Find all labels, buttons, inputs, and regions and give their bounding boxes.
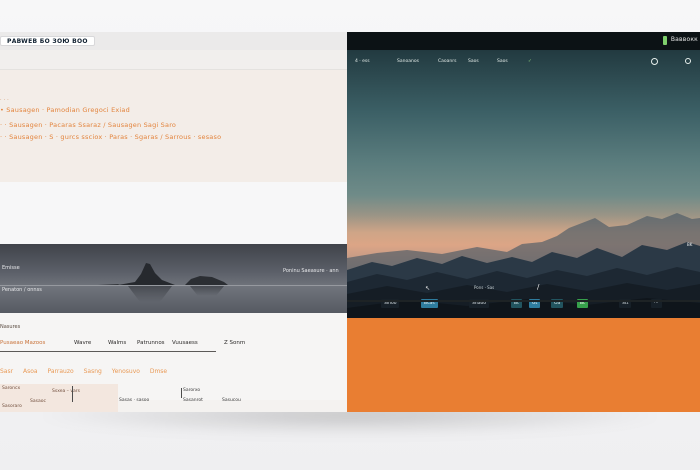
nav-badge[interactable]: 4 · ess: [355, 59, 370, 64]
lake-banner-image: Emisse Penaton / onnss Poninu Saeasure ·…: [0, 244, 347, 313]
leaf-icon[interactable]: ✓: [528, 59, 532, 64]
divider: [72, 386, 73, 402]
account-icon[interactable]: [651, 58, 658, 65]
slash-icon: /: [537, 283, 540, 291]
link[interactable]: Parrauzo: [48, 368, 74, 375]
spacer-section: [0, 182, 347, 244]
menu-item[interactable]: Z Sonm: [224, 340, 245, 346]
hero-line[interactable]: · · Sausagen · Pacaras Ssaraz / Sausagen…: [0, 121, 176, 129]
nav-item[interactable]: Caoanrs: [438, 59, 456, 64]
footer-item[interactable]: Sarorxo: [183, 388, 200, 393]
hero-line: · · ·: [0, 97, 9, 103]
nav-item[interactable]: Saos: [497, 59, 508, 64]
menu-item[interactable]: Patrunnos: [137, 340, 165, 346]
menu-item[interactable]: Vuusaess: [172, 340, 198, 346]
link[interactable]: Asoa: [23, 368, 38, 375]
link[interactable]: Yenosuvo: [112, 368, 140, 375]
nav-item[interactable]: Saos: [468, 59, 479, 64]
left-title-bar: РАBWEB БО ЗОЮ ВОО: [0, 32, 347, 50]
menu-item[interactable]: Walms: [108, 340, 126, 346]
hero-nav: 4 · ess Sanoanos Caoanrs Saos Saos ✓: [347, 57, 700, 69]
divider: [181, 388, 182, 398]
hero-line[interactable]: · · Sausagen · S · gurcs ssciox · Paras …: [0, 133, 221, 141]
nav-item[interactable]: Sanoanos: [397, 59, 419, 64]
menu-section-label: Nasures: [0, 324, 21, 330]
footer-card-text: Ssxea – vars: [52, 389, 80, 394]
footer-card-text: Sasoraro: [2, 404, 22, 409]
hero-line[interactable]: • Sausagen · Pamodian Gregoci Exiad: [0, 106, 130, 114]
footer-card-text: Saroncx: [2, 386, 21, 391]
link[interactable]: Sasr: [0, 368, 13, 375]
hero-tag: BK: [687, 242, 693, 247]
hero-caption: Pons · Sas: [474, 285, 495, 290]
menu-icon[interactable]: [685, 58, 691, 64]
cursor-icon: ↖: [425, 285, 431, 292]
left-active-tab[interactable]: РАBWEB БО ЗОЮ ВОО: [0, 36, 95, 46]
lake-label: Poninu Saeasure · ann: [283, 268, 339, 274]
footer-card[interactable]: Saroncx Ssxea – vars Sasaoc Sasoraro: [0, 384, 118, 412]
lake-label: Penaton / onnss: [2, 287, 42, 293]
link[interactable]: Sasng: [84, 368, 102, 375]
footer-item[interactable]: Sasanrot: [183, 398, 203, 403]
link[interactable]: Dmse: [150, 368, 167, 375]
horizon-line: [0, 285, 347, 286]
footer-item[interactable]: Sasucou: [222, 398, 241, 403]
menu-item[interactable]: Pusaeao Mazoos: [0, 340, 45, 346]
hero-text-block: · · · • Sausagen · Pamodian Gregoci Exia…: [0, 70, 347, 182]
footer-card-text: Sasaoc: [30, 399, 46, 404]
footer-item[interactable]: Sasas · sasoo: [119, 398, 149, 403]
right-window: Ваввокк 4 · ess Sanoanos Caoanrs Saos Sa…: [347, 32, 700, 412]
screenshot-composite: РАBWEB БО ЗОЮ ВОО · · · • Sausagen · Pam…: [0, 32, 700, 412]
right-title-bar: Ваввокк: [347, 32, 700, 50]
tab-menu: Nasures Pusaeao Mazoos Wavre Walms Patru…: [0, 324, 347, 353]
left-toolbar: [0, 50, 347, 70]
mountain-hero: 4 · ess Sanoanos Caoanrs Saos Saos ✓ BK …: [347, 50, 700, 318]
app-brand[interactable]: Ваввокк: [671, 36, 698, 43]
section-divider: [347, 300, 700, 302]
left-window: РАBWEB БО ЗОЮ ВОО · · · • Sausagen · Pam…: [0, 32, 347, 412]
menu-underline: [0, 351, 216, 352]
lake-label: Emisse: [2, 265, 20, 271]
link-row: Sasr Asoa Parrauzo Sasng Yenosuvo Dmse: [0, 368, 175, 375]
app-logo-icon: [663, 36, 667, 45]
rock-island-illustration: [98, 263, 228, 302]
menu-item[interactable]: Wavre: [74, 340, 91, 346]
left-tab-title: РАBWEB БО ЗОЮ ВОО: [7, 38, 88, 45]
